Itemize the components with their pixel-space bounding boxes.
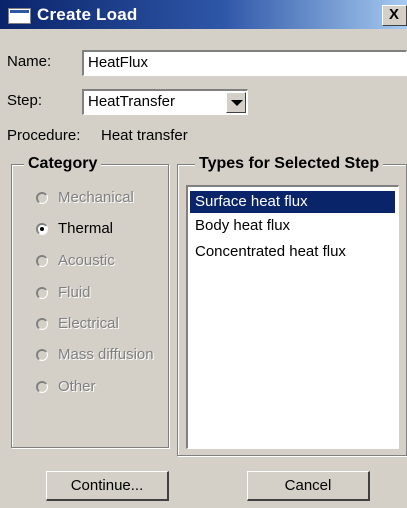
radio-label: Fluid (58, 284, 91, 301)
radio-mechanical[interactable]: Mechanical (36, 189, 176, 211)
cancel-button[interactable]: Cancel (247, 471, 370, 501)
chevron-down-icon[interactable] (226, 92, 246, 113)
step-label: Step: (7, 92, 43, 109)
title-bar: Create Load X (0, 0, 407, 29)
window-title: Create Load (37, 5, 138, 24)
types-title: Types for Selected Step (195, 155, 384, 173)
radio-circle (36, 192, 48, 204)
list-item-body-heat-flux[interactable]: Body heat flux (190, 215, 395, 237)
radio-other[interactable]: Other (36, 378, 176, 400)
category-title: Category (24, 155, 102, 173)
radio-electrical[interactable]: Electrical (36, 315, 176, 337)
list-item-surface-heat-flux[interactable]: Surface heat flux (190, 191, 395, 213)
name-field-value: HeatFlux (88, 54, 149, 71)
window-icon (8, 8, 31, 24)
radio-circle (36, 381, 48, 393)
procedure-label: Procedure: (7, 127, 81, 144)
radio-label: Mass diffusion (58, 346, 154, 363)
step-select[interactable]: HeatTransfer (82, 89, 248, 115)
radio-acoustic[interactable]: Acoustic (36, 252, 176, 274)
radio-mass-diffusion[interactable]: Mass diffusion (36, 346, 176, 368)
radio-thermal[interactable]: Thermal (36, 220, 176, 242)
procedure-value: Heat transfer (101, 127, 188, 144)
radio-fluid[interactable]: Fluid (36, 284, 176, 306)
list-item-concentrated-heat-flux[interactable]: Concentrated heat flux (190, 241, 395, 263)
radio-circle (36, 349, 48, 361)
radio-label: Other (58, 378, 96, 395)
radio-circle (36, 255, 48, 267)
name-label: Name: (7, 53, 52, 70)
name-field[interactable]: HeatFlux (82, 50, 407, 76)
radio-circle (36, 223, 48, 235)
close-button[interactable]: X (382, 5, 407, 26)
radio-label: Thermal (58, 220, 114, 237)
radio-label: Acoustic (58, 252, 115, 269)
radio-circle (36, 318, 48, 330)
continue-button[interactable]: Continue... (46, 471, 169, 501)
radio-circle (36, 287, 48, 299)
radio-label: Mechanical (58, 189, 134, 206)
types-listbox[interactable]: Surface heat flux Body heat flux Concent… (186, 185, 399, 449)
radio-label: Electrical (58, 315, 119, 332)
step-select-value: HeatTransfer (88, 93, 175, 110)
